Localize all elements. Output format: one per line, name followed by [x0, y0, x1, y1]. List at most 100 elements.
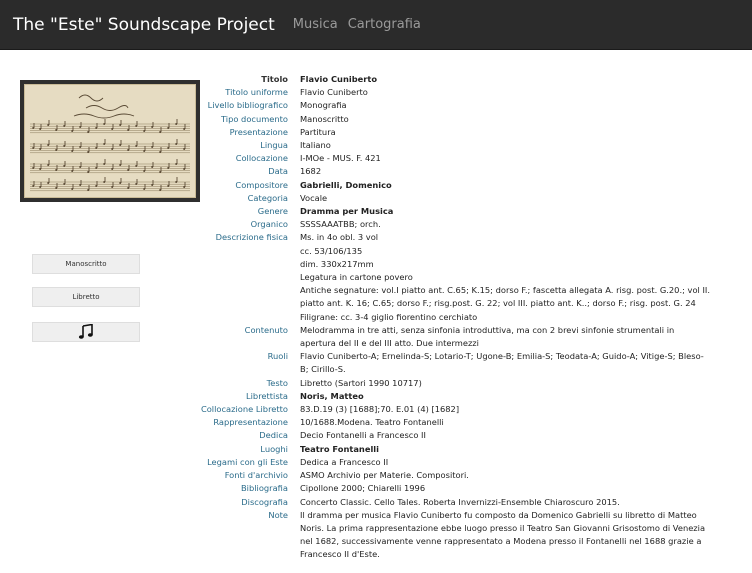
- navbar: The "Este" Soundscape Project Musica Car…: [0, 0, 752, 50]
- record-row: Collocazione I-MOe - MUS. F. 421: [0, 152, 750, 165]
- record-label: Dedica: [259, 430, 288, 441]
- record-row: Compositore Gabrielli, Domenico: [0, 179, 750, 192]
- record-label: Categoria: [247, 192, 288, 203]
- record-row: Bibliografia Cipollone 2000; Chiarelli 19…: [0, 482, 750, 495]
- record-value: Noris, Matteo: [300, 390, 750, 403]
- record-value-line: 10/1688.Modena. Teatro Fontanelli: [300, 417, 444, 428]
- record-value: Teatro Fontanelli: [300, 443, 750, 456]
- record-label: Contenuto: [244, 324, 288, 335]
- record-value-line: Partitura: [300, 126, 336, 137]
- record-row: Categoria Vocale: [0, 192, 750, 205]
- record-value-line: ASMO Archivio per Materie. Compositori.: [300, 470, 469, 481]
- record-label: Legami con gli Este: [207, 456, 288, 467]
- record-value-line: cc. 53/106/135: [300, 245, 363, 256]
- record-value: Flavio Cuniberto: [300, 86, 750, 99]
- record-row: Dedica Decio Fontanelli a Francesco II: [0, 429, 750, 442]
- record-value: Decio Fontanelli a Francesco II: [300, 429, 750, 442]
- record-value-line: Noris. La prima rappresentazione ebbe lu…: [300, 522, 706, 533]
- record-value-line: Concerto Classic. Cello Tales. Roberta I…: [300, 496, 620, 507]
- record-value: Manoscritto: [300, 113, 750, 126]
- record-row: Tipo documento Manoscritto: [0, 113, 750, 126]
- record-value: ASMO Archivio per Materie. Compositori.: [300, 469, 750, 482]
- record-value-line: apertura del II e del III atto. Due inte…: [300, 338, 479, 349]
- record-label: Discografia: [241, 496, 288, 507]
- record-row: Organico SSSSAAATBB; orch.: [0, 218, 750, 231]
- record-row: Legami con gli Este Dedica a Francesco II: [0, 456, 750, 469]
- record-value-line: B; Cirillo-S.: [300, 364, 346, 375]
- record-label: Librettista: [246, 390, 288, 401]
- record-value-line: piatto ant. K. 16; C.65; dorso F.; risg.…: [300, 298, 696, 309]
- record-value-line: Flavio Cuniberto: [300, 87, 368, 98]
- record-row: Discografia Concerto Classic. Cello Tales…: [0, 496, 750, 509]
- record-value: Italiano: [300, 139, 750, 152]
- record-value: 83.D.19 (3) [1688];70. E.01 (4) [1682]: [300, 403, 750, 416]
- record-value: Dedica a Francesco II: [300, 456, 750, 469]
- record-value-line: Filigrane: cc. 3-4 giglio fiorentino cer…: [300, 311, 478, 322]
- record-value: Ms. in 4o obl. 3 vol cc. 53/106/135 dim. 3…: [300, 231, 750, 323]
- record-value-line: Il dramma per musica Flavio Cuniberto fu…: [300, 509, 697, 520]
- record-row: Collocazione Libretto 83.D.19 (3) [1688];…: [0, 403, 750, 416]
- nav-link-musica[interactable]: Musica: [293, 17, 338, 32]
- record-label: Ruoli: [267, 351, 288, 362]
- record-value-line: Noris, Matteo: [300, 390, 364, 401]
- record-row: Data 1682: [0, 165, 750, 178]
- record-value-line: 83.D.19 (3) [1688];70. E.01 (4) [1682]: [300, 404, 460, 415]
- record-row: Titolo uniforme Flavio Cuniberto: [0, 86, 750, 99]
- record-row: Rappresentazione 10/1688.Modena. Teatro F…: [0, 416, 750, 429]
- nav-link-cartografia[interactable]: Cartografia: [348, 17, 421, 32]
- record-row: Descrizione fisica Ms. in 4o obl. 3 vol cc…: [0, 231, 750, 323]
- record-value: SSSSAAATBB; orch.: [300, 218, 750, 231]
- record-value-line: Flavio Cuniberto-A; Ernelinda-S; Lotario…: [300, 351, 704, 362]
- record-value-line: Melodramma in tre atti, senza sinfonia i…: [300, 324, 675, 335]
- record-value: I-MOe - MUS. F. 421: [300, 152, 750, 165]
- record-value: Concerto Classic. Cello Tales. Roberta I…: [300, 496, 750, 509]
- record-label: Testo: [266, 377, 288, 388]
- record-label: Luoghi: [260, 443, 288, 454]
- record-value-line: Legatura in cartone povero: [300, 272, 413, 283]
- record-label: Presentazione: [229, 126, 288, 137]
- record-value-line: Manoscritto: [300, 113, 349, 124]
- record-label: Descrizione fisica: [215, 232, 288, 243]
- record-value: Vocale: [300, 192, 750, 205]
- record-row: Contenuto Melodramma in tre atti, senza s…: [0, 324, 750, 350]
- record-value-line: nel 1682, successivamente venne rapprese…: [300, 536, 702, 547]
- record-row: Titolo Flavio Cuniberto: [0, 73, 750, 86]
- record-value: 1682: [300, 165, 750, 178]
- record-value-line: Decio Fontanelli a Francesco II: [300, 430, 426, 441]
- record-value-line: I-MOe - MUS. F. 421: [300, 153, 381, 164]
- record-row: Ruoli Flavio Cuniberto-A; Ernelinda-S; Lo…: [0, 350, 750, 376]
- record-value-line: Antiche segnature: vol.I piatto ant. C.6…: [300, 285, 710, 296]
- record-value: Partitura: [300, 126, 750, 139]
- record-value-line: Dramma per Musica: [300, 206, 394, 217]
- record-value-line: Cipollone 2000; Chiarelli 1996: [300, 483, 426, 494]
- record-row: Lingua Italiano: [0, 139, 750, 152]
- record-label: Note: [268, 509, 288, 520]
- record-label: Tipo documento: [220, 113, 288, 124]
- record-label: Titolo uniforme: [225, 87, 288, 98]
- record-label: Rappresentazione: [213, 417, 288, 428]
- record-label: Collocazione Libretto: [200, 404, 288, 415]
- record-value: 10/1688.Modena. Teatro Fontanelli: [300, 416, 750, 429]
- record-value: Monografia: [300, 99, 750, 112]
- record-value-line: Ms. in 4o obl. 3 vol: [300, 232, 379, 243]
- record-details: Titolo Flavio Cuniberto Titolo uniforme Fla…: [0, 73, 750, 562]
- record-value-line: Libretto (Sartori 1990 10717): [300, 377, 422, 388]
- record-row: Luoghi Teatro Fontanelli: [0, 443, 750, 456]
- brand-title[interactable]: The "Este" Soundscape Project: [13, 15, 275, 35]
- record-label: Compositore: [235, 179, 288, 190]
- record-label: Bibliografia: [240, 483, 288, 494]
- record-label: Organico: [250, 219, 288, 230]
- record-row: Presentazione Partitura: [0, 126, 750, 139]
- record-label: Collocazione: [235, 153, 288, 164]
- record-value-line: Francesco II d'Este.: [300, 549, 380, 560]
- record-value-line: Monografia: [300, 100, 347, 111]
- record-value-line: Italiano: [300, 140, 331, 151]
- record-value-line: Flavio Cuniberto: [300, 74, 378, 84]
- record-value: Dramma per Musica: [300, 205, 750, 218]
- record-label: Titolo: [261, 74, 288, 84]
- record-row: Note Il dramma per musica Flavio Cunibert…: [0, 509, 750, 562]
- record-value-line: Gabrielli, Domenico: [300, 179, 392, 190]
- record-row: Librettista Noris, Matteo: [0, 390, 750, 403]
- record-value: Cipollone 2000; Chiarelli 1996: [300, 482, 750, 495]
- record-value: Flavio Cuniberto-A; Ernelinda-S; Lotario…: [300, 350, 750, 376]
